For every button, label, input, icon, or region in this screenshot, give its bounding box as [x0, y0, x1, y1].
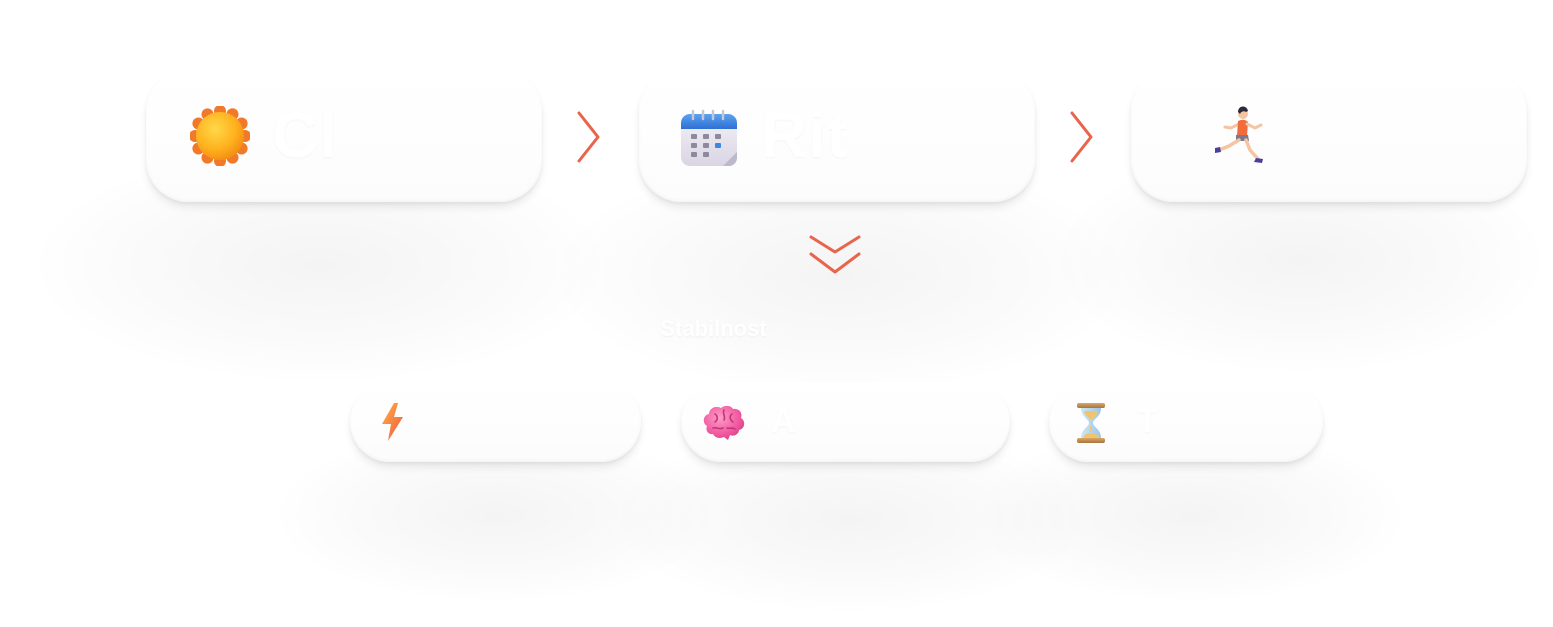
step-label-2: Rit: [761, 99, 850, 171]
running-person-icon: [1211, 106, 1269, 168]
step-card-2: Rit: [639, 70, 1035, 202]
brain-icon: [701, 404, 747, 444]
sun-icon: [190, 106, 250, 166]
result-caption: Stabilnost: [660, 316, 767, 341]
chevron-right-icon: [577, 111, 600, 163]
lightning-icon: [376, 402, 410, 442]
calendar-icon: [679, 108, 739, 168]
result-label-3: T: [1137, 402, 1159, 440]
flow-diagram: Cl Rit Stabilnost A T: [0, 0, 1553, 627]
hourglass-icon: [1075, 402, 1107, 444]
step-label-1: Cl: [272, 99, 338, 171]
result-card-1: [350, 382, 641, 462]
step-card-3: [1131, 70, 1527, 202]
chevron-right-icon: [1070, 111, 1093, 163]
result-card-2: A: [681, 382, 1010, 462]
result-card-3: T: [1049, 382, 1323, 462]
result-label-2: A: [771, 402, 797, 440]
step-card-1: Cl: [146, 70, 542, 202]
double-chevron-down-icon: [809, 235, 861, 274]
